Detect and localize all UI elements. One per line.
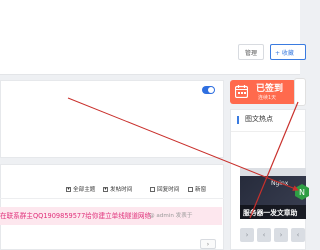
topic-title-link[interactable]: 在联系群主QQ1909859577给你建立单线隧道网络: [0, 210, 151, 220]
filter-label: 回复时间: [157, 187, 180, 193]
filter-post-time[interactable]: ▾ 发帖时间: [103, 184, 132, 194]
nginx-logo-icon: N: [295, 184, 309, 200]
checkbox-icon[interactable]: [150, 186, 155, 192]
divider: [231, 131, 305, 132]
filter-label: 发帖时间: [110, 187, 133, 193]
checkbox-icon[interactable]: ▾: [103, 186, 108, 192]
signin-side-tab[interactable]: [294, 78, 306, 106]
svg-text:N: N: [299, 188, 305, 197]
signin-streak: 连续1天: [258, 95, 277, 101]
image-card-text: Nginx: [271, 180, 289, 187]
checkbox-icon[interactable]: ▾: [66, 186, 71, 192]
filter-reply-time[interactable]: 回复时间: [150, 184, 179, 194]
hot-panel-title: 图文热点: [245, 115, 273, 123]
section-marker: [237, 116, 239, 124]
image-caption[interactable]: 服务器一发文章助: [243, 207, 297, 217]
image-top-strip: [240, 168, 306, 176]
filter-all-topics[interactable]: ▾ 全部主题: [66, 184, 95, 194]
thumbnail[interactable]: ‹: [257, 228, 271, 242]
filter-new-window[interactable]: 新窗: [188, 184, 206, 194]
toggle-knob: [208, 87, 214, 93]
next-page-button[interactable]: ›: [200, 239, 216, 249]
checkbox-icon[interactable]: [188, 186, 193, 192]
signin-label: 已签到: [256, 84, 284, 94]
thumbnail[interactable]: ‹: [291, 228, 305, 242]
thumbnail-strip: › ‹ › ‹: [240, 228, 306, 242]
top-panel: [0, 0, 300, 75]
thumbnail[interactable]: ›: [274, 228, 288, 242]
calendar-icon: [235, 85, 248, 98]
favorite-button[interactable]: + 收藏: [270, 44, 306, 60]
filter-label: 全部主题: [73, 187, 96, 193]
manage-button[interactable]: 管理: [238, 44, 264, 60]
content-panel: [0, 80, 224, 158]
topic-meta: @ admin 发表于: [149, 211, 192, 219]
filter-label: 新窗: [195, 187, 207, 193]
topic-meta-text: @ admin 发表于: [149, 213, 193, 219]
divider: [0, 198, 224, 199]
thumbnail[interactable]: ›: [240, 228, 254, 242]
